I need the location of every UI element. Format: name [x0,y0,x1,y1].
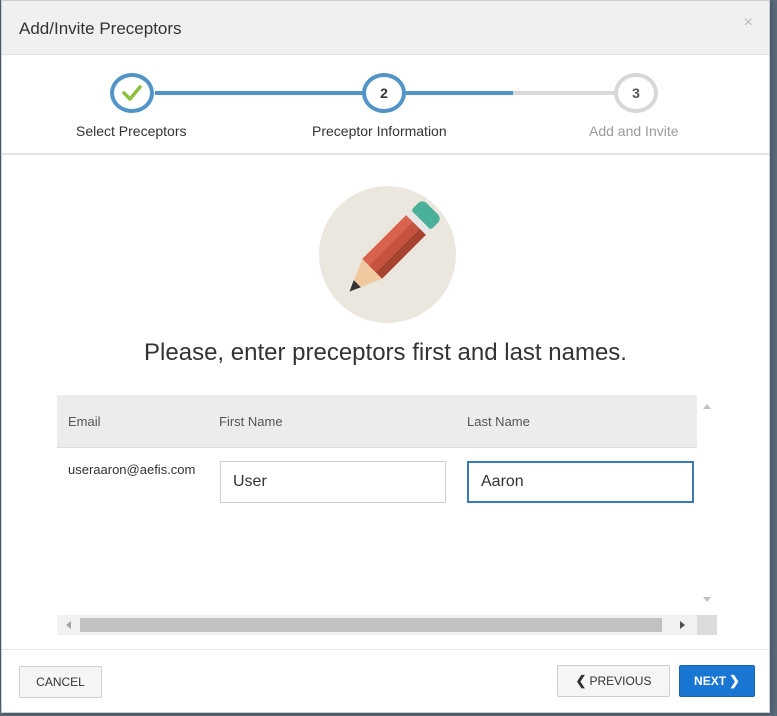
step-connector-1 [155,91,364,95]
pencil-icon [349,201,440,292]
first-name-input[interactable] [220,461,446,503]
cancel-button[interactable]: CANCEL [19,666,102,698]
dialog-header: Add/Invite Preceptors × [2,1,769,55]
dialog-footer: CANCEL ❮ PREVIOUS NEXT ❯ [2,649,769,713]
table-header: Email First Name Last Name [57,395,697,448]
step-2-indicator[interactable]: 2 [362,73,406,113]
previous-button-label: PREVIOUS [589,674,652,688]
step-2-label[interactable]: Preceptor Information [312,123,447,139]
row-email: useraaron@aefis.com [68,462,196,477]
step-1-label[interactable]: Select Preceptors [76,123,187,139]
close-icon[interactable]: × [744,15,753,31]
scrollbar-corner [697,615,717,635]
wizard-stepper: 2 3 Select Preceptors Preceptor Informat… [2,55,769,155]
step-connector-2 [406,91,513,95]
scroll-down-icon[interactable] [703,597,711,602]
last-name-input[interactable] [467,461,694,503]
horizontal-scrollbar[interactable] [57,615,697,635]
next-button-label: NEXT [694,674,727,688]
checkmark-icon [122,85,142,101]
scroll-right-icon[interactable] [680,621,685,629]
dialog-title: Add/Invite Preceptors [19,19,182,38]
scroll-left-icon[interactable] [66,621,71,629]
add-invite-preceptors-dialog: Add/Invite Preceptors × 2 3 Select Prece… [1,0,770,713]
preceptor-table: Email First Name Last Name useraaron@aef… [57,395,717,637]
step-3-label: Add and Invite [589,123,679,139]
step-connector-3 [513,91,616,95]
next-button[interactable]: NEXT ❯ [679,665,755,697]
previous-button[interactable]: ❮ PREVIOUS [557,665,670,697]
column-header-email: Email [68,414,101,429]
chevron-right-icon: ❯ [729,673,740,688]
vertical-scrollbar[interactable] [697,395,717,615]
horizontal-scroll-thumb[interactable] [80,618,662,632]
step-3-indicator: 3 [614,73,658,113]
scroll-up-icon[interactable] [703,404,711,409]
column-header-first-name: First Name [219,414,283,429]
chevron-left-icon: ❮ [575,673,587,688]
pencil-illustration [319,186,456,323]
step-1-indicator[interactable] [110,73,154,113]
instruction-heading: Please, enter preceptors first and last … [144,339,627,366]
column-header-last-name: Last Name [467,414,530,429]
